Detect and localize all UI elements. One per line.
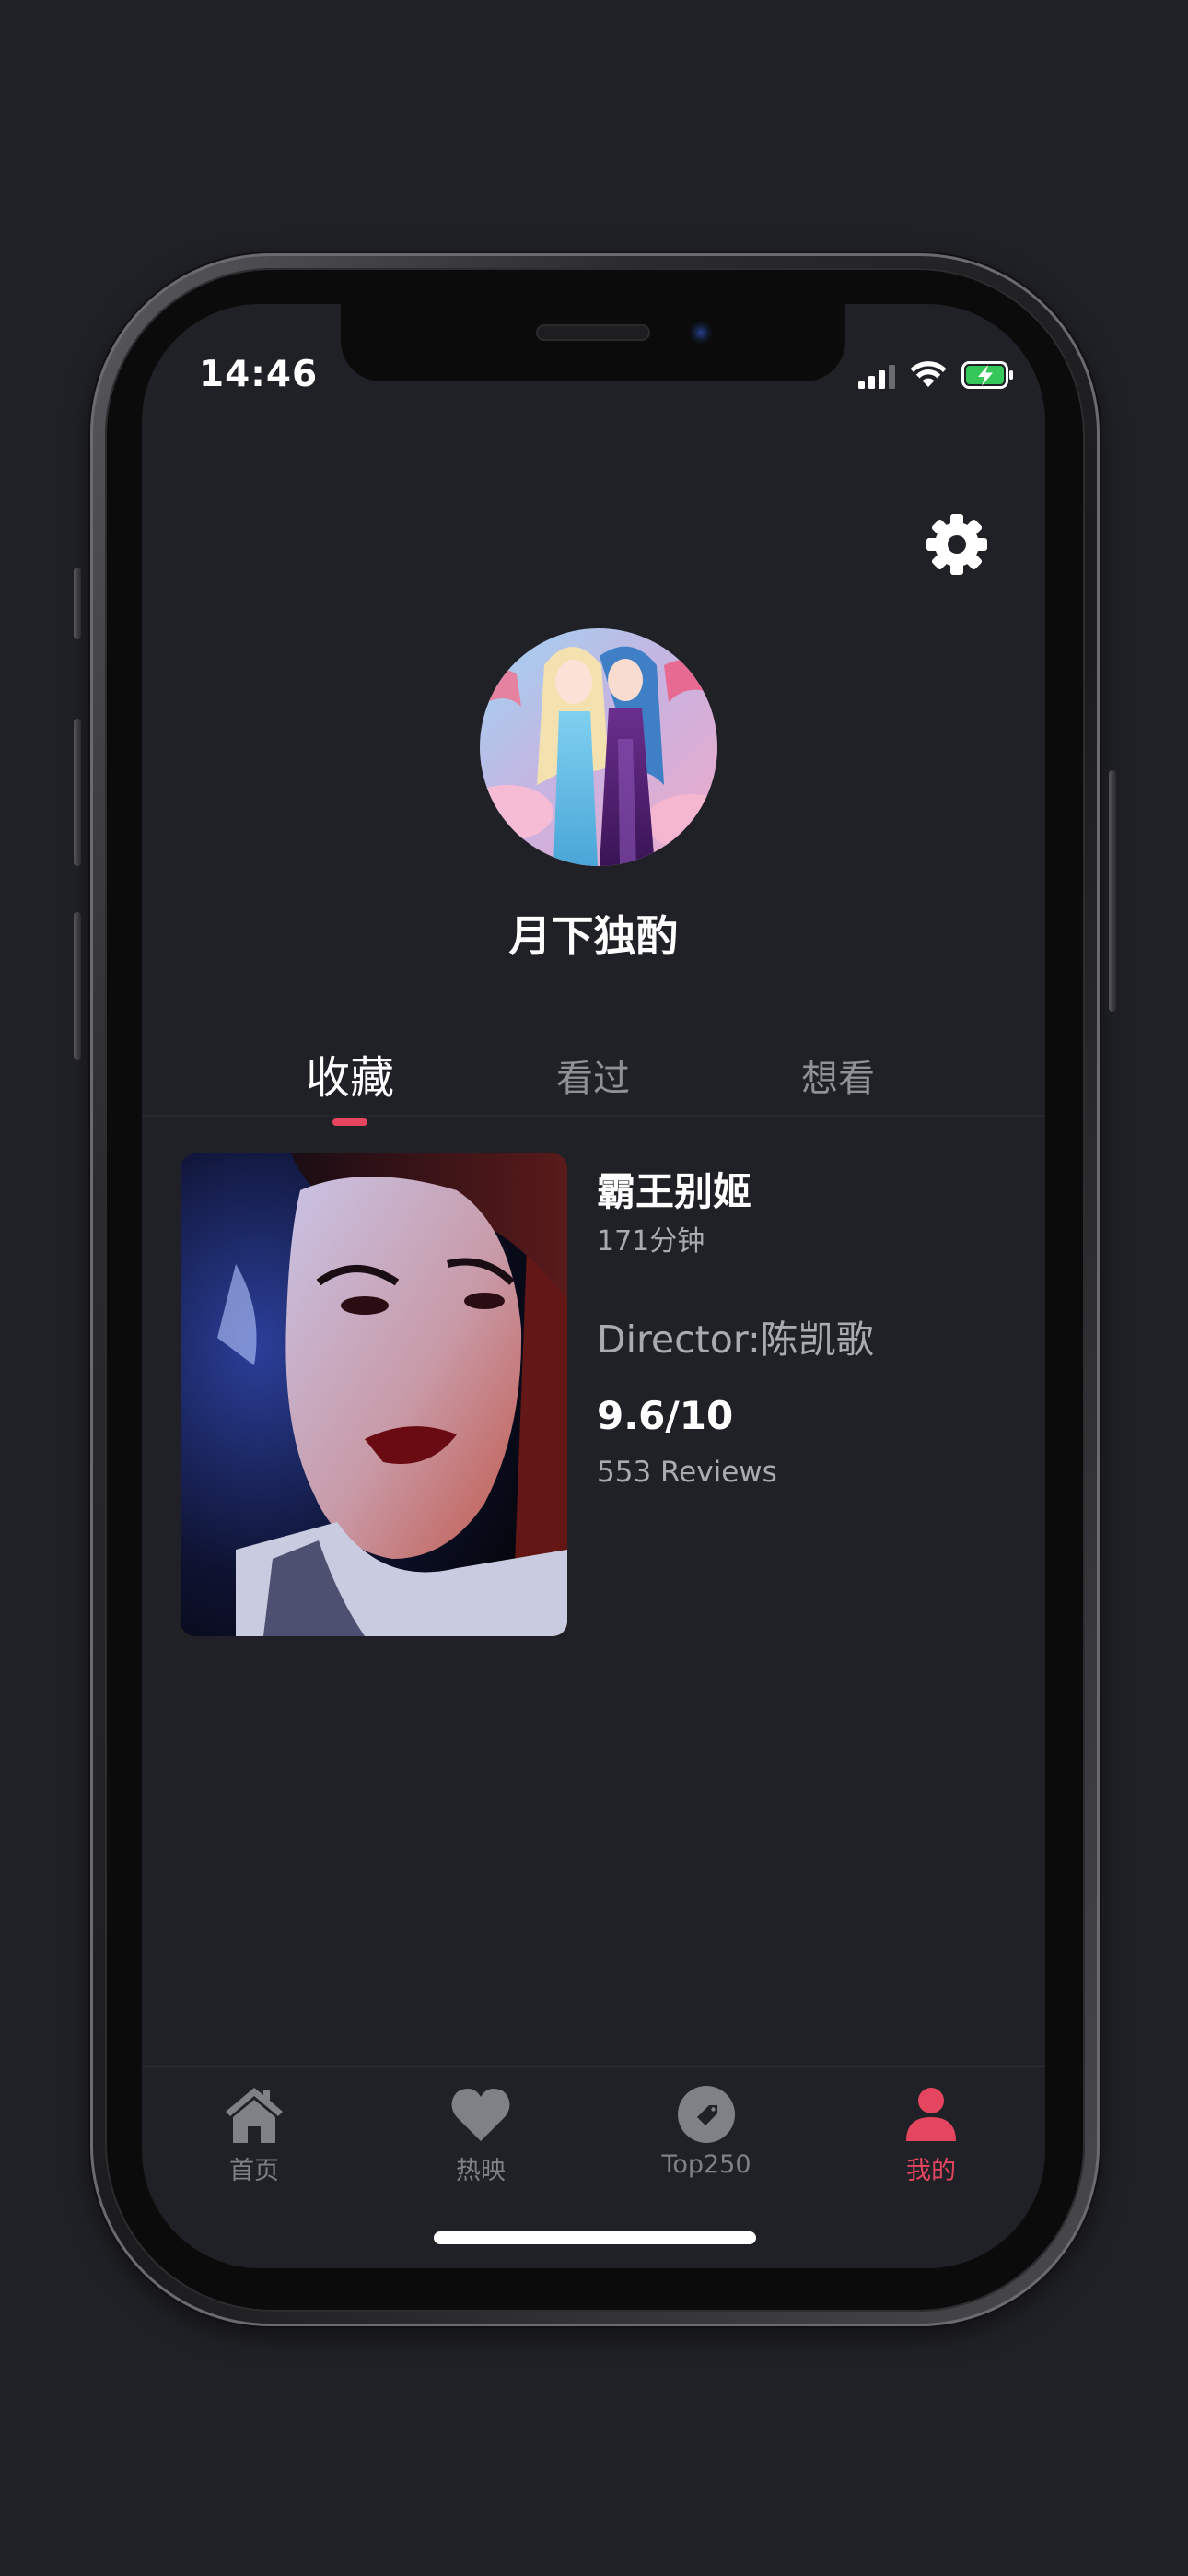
bottom-navigation: 首页 热映 Top250 我的 [142, 2075, 1045, 2195]
tab-collection[interactable]: 收藏 [267, 1041, 433, 1126]
movie-reviews: 553 Reviews [597, 1456, 777, 1489]
tag-icon [678, 2086, 735, 2143]
wifi-icon [910, 361, 947, 387]
front-camera [689, 321, 713, 345]
heart-icon [451, 2089, 510, 2141]
movie-director: Director:陈凯歌 [597, 1317, 874, 1362]
profile-tabs: 收藏 看过 想看 [142, 1041, 1045, 1126]
tabbar-divider [142, 2066, 1045, 2067]
person-icon [906, 2088, 956, 2141]
notch [341, 304, 845, 381]
volume-down-button [74, 912, 81, 1060]
nav-label: Top250 [661, 2150, 751, 2179]
movie-duration: 171分钟 [597, 1225, 705, 1258]
power-button [1109, 770, 1116, 1012]
movie-title: 霸王别姬 [597, 1169, 752, 1214]
active-tab-indicator [332, 1118, 367, 1126]
avatar[interactable] [480, 628, 717, 866]
earpiece-speaker [536, 324, 650, 341]
battery-charging-icon [961, 361, 1013, 389]
gear-icon[interactable] [925, 512, 989, 577]
nav-label: 热映 [456, 2157, 506, 2185]
username: 月下独酌 [508, 911, 679, 961]
nav-label: 首页 [229, 2157, 279, 2185]
movie-poster [181, 1153, 567, 1636]
avatar-image [480, 628, 717, 866]
tab-label: 看过 [556, 1058, 630, 1100]
nav-item-top250[interactable]: Top250 [614, 2075, 798, 2179]
silent-switch [74, 568, 81, 639]
tabs-divider [142, 1115, 1045, 1117]
nav-item-mine[interactable]: 我的 [839, 2075, 1023, 2186]
signal-icon [858, 365, 895, 389]
nav-item-hot[interactable]: 热映 [389, 2075, 573, 2186]
movie-card[interactable]: 霸王别姬 171分钟 Director:陈凯歌 9.6/10 553 Revie… [181, 1153, 1009, 1636]
status-time: 14:46 [199, 354, 319, 395]
movie-rating: 9.6/10 [597, 1393, 734, 1438]
tab-label: 想看 [801, 1058, 875, 1100]
tab-label: 收藏 [305, 1052, 394, 1104]
tab-watched[interactable]: 看过 [510, 1048, 676, 1102]
tab-want-to-watch[interactable]: 想看 [755, 1048, 921, 1102]
nav-item-home[interactable]: 首页 [162, 2075, 346, 2186]
volume-up-button [74, 719, 81, 866]
movie-poster-image [181, 1153, 567, 1636]
home-indicator[interactable] [434, 2231, 756, 2244]
nav-label: 我的 [906, 2157, 956, 2185]
screen: 14:46 月下独酌 收藏 看过 想看 霸王别姬 171分钟 Director:… [142, 304, 1045, 2268]
home-icon [226, 2088, 283, 2143]
